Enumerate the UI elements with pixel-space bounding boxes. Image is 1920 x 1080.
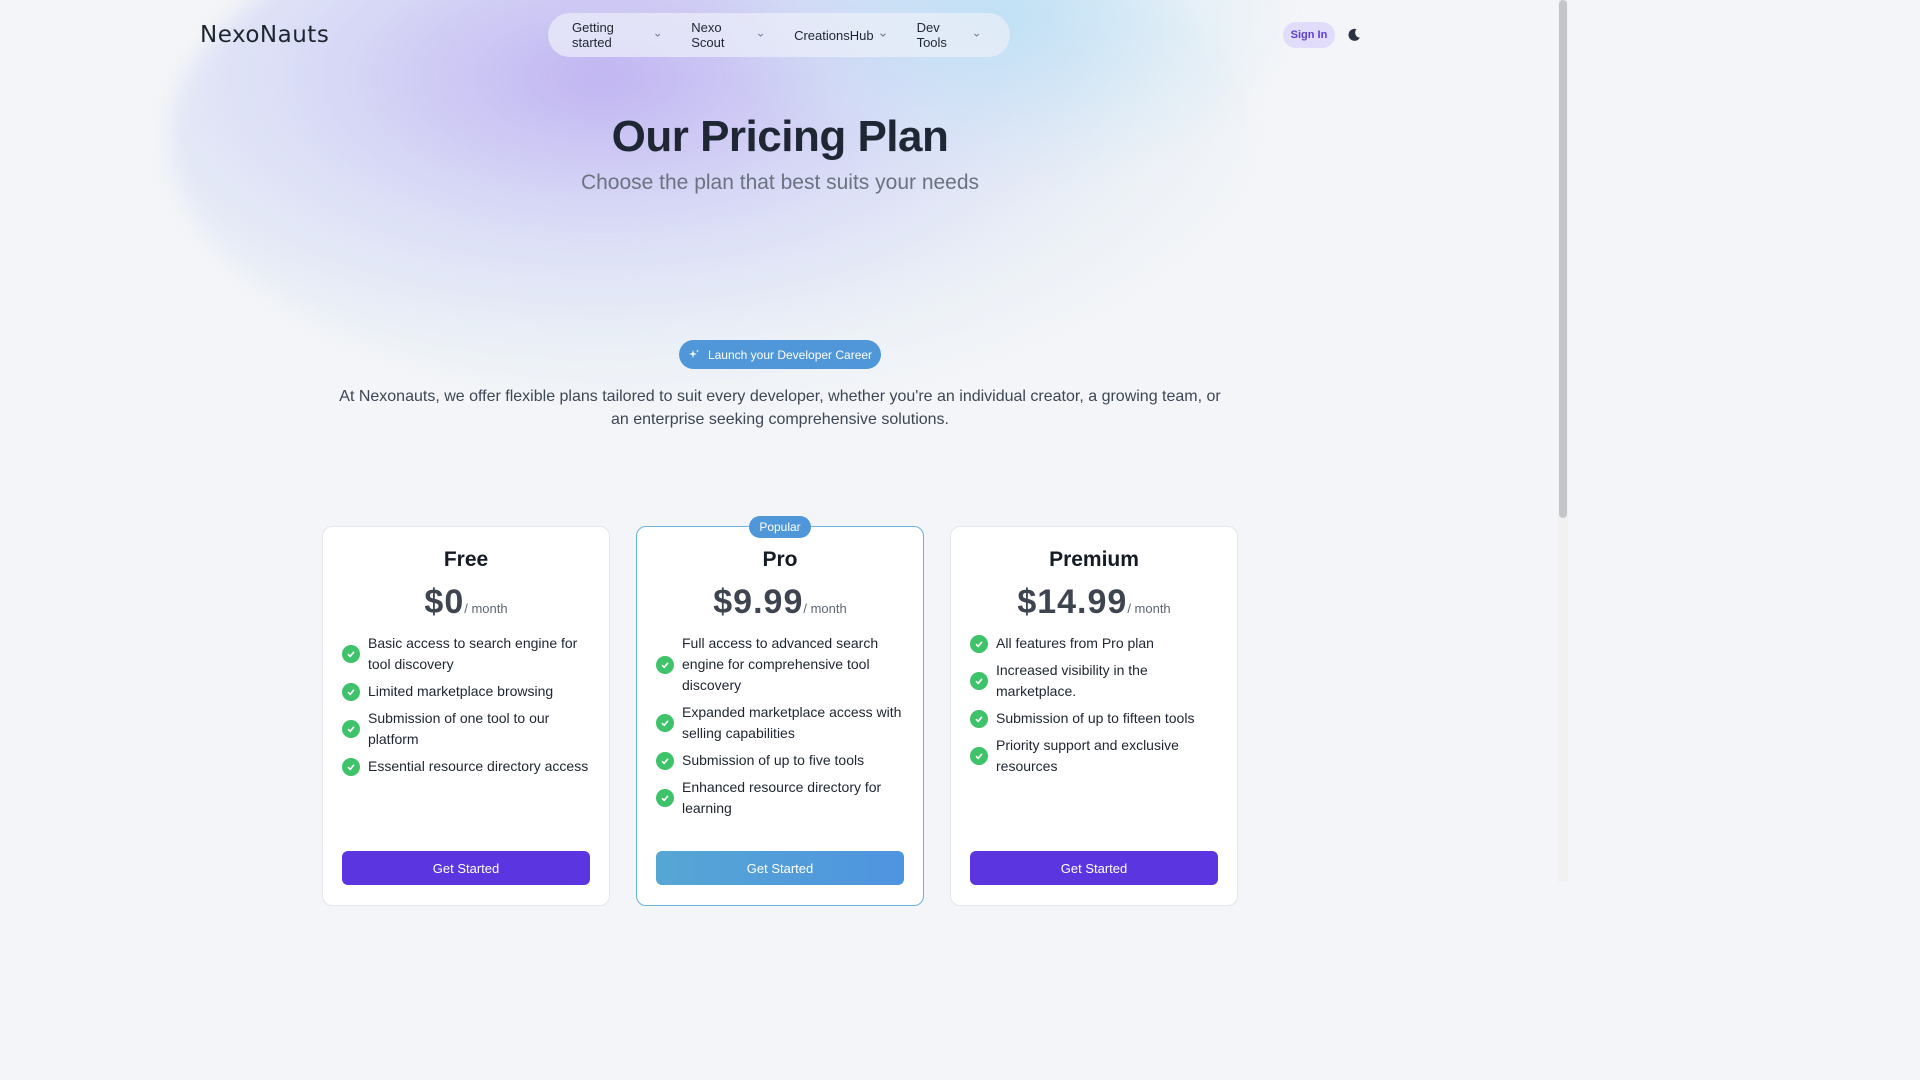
feature-item: Submission of up to fifteen tools [970, 708, 1222, 729]
sign-in-button[interactable]: Sign In [1283, 22, 1335, 48]
nav-item-label: CreationsHub [794, 27, 874, 43]
price-period: / month [803, 601, 847, 616]
logo[interactable]: NexoNauts [200, 22, 329, 48]
check-icon [970, 709, 988, 728]
popular-badge: Popular [749, 516, 811, 538]
feature-text: Expanded marketplace access with selling… [682, 704, 902, 741]
chevron-down-icon [757, 33, 763, 37]
nav-item-label: Getting started [572, 20, 614, 50]
feature-item: Limited marketplace browsing [342, 681, 594, 702]
nav-item-nexo-scout[interactable]: Nexo Scout [691, 20, 764, 50]
check-icon [656, 714, 674, 732]
plan-name: Pro [762, 548, 798, 571]
feature-list: All features from Pro plan Increased vis… [970, 633, 1222, 783]
feature-item: Essential resource directory access [342, 756, 594, 777]
feature-list: Basic access to search engine for tool d… [342, 633, 594, 783]
get-started-button[interactable]: Get Started [342, 851, 590, 885]
check-icon [970, 672, 988, 690]
feature-text: Limited marketplace browsing [368, 683, 554, 699]
feature-text: Submission of up to five tools [682, 752, 865, 768]
feature-item: Expanded marketplace access with selling… [656, 702, 908, 744]
plan-card-free: Free $0/ month Basic access to search en… [322, 526, 610, 906]
scrollbar-track[interactable] [1558, 0, 1568, 882]
plan-price: $0/ month [323, 583, 609, 622]
nav-item-dev-tools[interactable]: Dev Tools [917, 20, 980, 50]
nav-item-label: Dev Tools [916, 20, 947, 50]
check-icon [342, 720, 360, 738]
chevron-down-icon [973, 33, 979, 37]
check-icon [970, 634, 988, 653]
feature-text: Increased visibility in the marketplace. [996, 662, 1148, 699]
feature-text: Full access to advanced search engine fo… [682, 635, 879, 693]
check-icon [656, 751, 674, 770]
feature-list: Full access to advanced search engine fo… [656, 633, 908, 825]
get-started-button[interactable]: Get Started [970, 851, 1218, 885]
check-icon [342, 645, 360, 663]
price-amount: $14.99 [1017, 583, 1128, 621]
price-amount: $9.99 [713, 583, 804, 621]
scrollbar-thumb[interactable] [1559, 0, 1567, 518]
intro-text: At Nexonauts, we offer flexible plans ta… [339, 388, 1221, 428]
feature-item: Increased visibility in the marketplace. [970, 660, 1222, 702]
plan-name: Free [443, 548, 489, 571]
feature-item: Priority support and exclusive resources [970, 735, 1222, 777]
plan-card-premium: Premium $14.99/ month All features from … [950, 526, 1238, 906]
feature-item: Full access to advanced search engine fo… [656, 633, 908, 696]
badge-label: Launch your Developer Career [707, 347, 873, 362]
feature-text: Enhanced resource directory for learning [682, 779, 882, 816]
price-amount: $0 [424, 583, 465, 621]
feature-item: Submission of one tool to our platform [342, 708, 594, 750]
nav-item-label: Nexo Scout [691, 20, 725, 50]
feature-text: Basic access to search engine for tool d… [368, 635, 578, 672]
feature-item: Enhanced resource directory for learning [656, 777, 908, 819]
plan-card-pro: Popular Pro $9.99/ month Full access to … [636, 516, 924, 906]
price-period: / month [1127, 601, 1171, 616]
price-period: / month [464, 601, 508, 616]
page-subtitle: Choose the plan that best suits your nee… [580, 171, 980, 194]
get-started-button[interactable]: Get Started [656, 851, 904, 885]
feature-item: All features from Pro plan [970, 633, 1222, 654]
feature-text: All features from Pro plan [996, 635, 1154, 651]
page-title: Our Pricing Plan [611, 112, 949, 161]
check-icon [342, 682, 360, 701]
feature-text: Submission of one tool to our platform [368, 710, 550, 747]
chevron-down-icon [655, 33, 661, 37]
check-icon [656, 789, 674, 807]
sparkle-icon [688, 349, 699, 358]
feature-text: Essential resource directory access [368, 758, 589, 774]
check-icon [342, 757, 360, 776]
moon-icon[interactable] [1346, 27, 1362, 43]
plan-price: $14.99/ month [951, 583, 1237, 622]
feature-item: Basic access to search engine for tool d… [342, 633, 594, 675]
feature-text: Submission of up to fifteen tools [996, 710, 1195, 726]
nav-item-creationshub[interactable]: CreationsHub [794, 28, 887, 43]
check-icon [970, 747, 988, 765]
feature-text: Priority support and exclusive resources [996, 737, 1179, 774]
plan-price: $9.99/ month [637, 583, 923, 622]
launch-career-badge[interactable]: Launch your Developer Career [679, 340, 881, 369]
chevron-down-icon [879, 33, 886, 37]
plan-name: Premium [1049, 548, 1139, 571]
site-header: NexoNauts Getting started Nexo Scout Cre… [0, 0, 1558, 72]
nav-item-getting-started[interactable]: Getting started [572, 20, 661, 50]
main-nav: Getting started Nexo Scout CreationsHub … [548, 13, 1010, 57]
feature-item: Submission of up to five tools [656, 750, 908, 771]
check-icon [656, 655, 674, 674]
